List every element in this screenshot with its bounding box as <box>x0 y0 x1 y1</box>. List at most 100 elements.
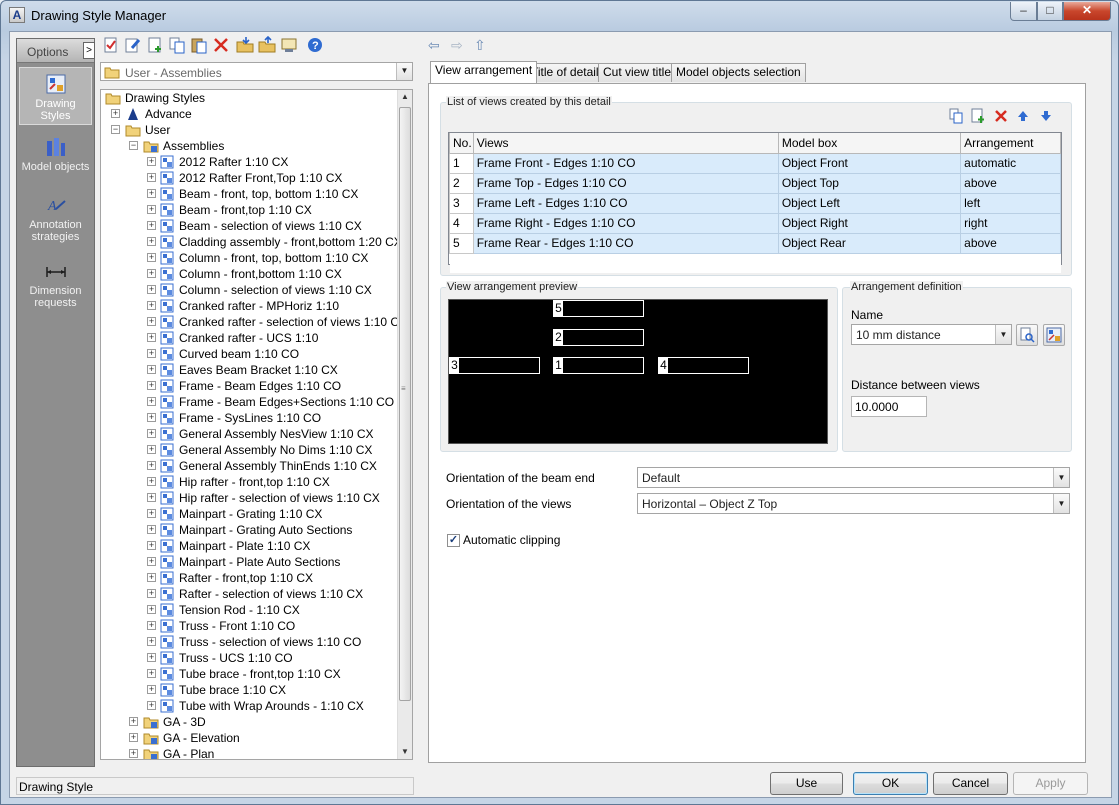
apply-button[interactable]: Apply <box>1013 772 1088 795</box>
expand-icon[interactable]: + <box>147 269 156 278</box>
arrangement-cell[interactable]: automatic <box>960 152 1061 174</box>
options-expand-button[interactable]: > <box>83 42 95 59</box>
option-dimension-requests[interactable]: Dimension requests <box>19 255 92 311</box>
expand-icon[interactable]: + <box>147 205 156 214</box>
tree-vertical-scrollbar[interactable]: ▲ ≡ ▼ <box>397 90 412 759</box>
column-header-model-box[interactable]: Model box <box>777 133 962 154</box>
views-table-row[interactable]: 5 Frame Rear - Edges 1:10 CO Object Rear ab… <box>449 232 1061 254</box>
expand-icon[interactable]: + <box>147 365 156 374</box>
expand-icon[interactable]: + <box>147 253 156 262</box>
view-name-cell[interactable]: Frame Right - Edges 1:10 CO <box>472 212 779 234</box>
view-no-cell[interactable]: 3 <box>449 192 474 214</box>
expand-icon[interactable]: + <box>147 493 156 502</box>
view-name-cell[interactable]: Frame Front - Edges 1:10 CO <box>472 152 779 174</box>
tab-title-of-detail[interactable]: Title of detail <box>526 63 604 82</box>
expand-icon[interactable]: + <box>147 589 156 598</box>
beam-end-orientation-arrow[interactable]: ▼ <box>1053 468 1069 487</box>
toolbar-export-button[interactable] <box>258 35 276 54</box>
expand-icon[interactable]: + <box>147 541 156 550</box>
view-name-cell[interactable]: Frame Rear - Edges 1:10 CO <box>472 232 779 254</box>
expand-icon[interactable]: + <box>147 685 156 694</box>
expand-icon[interactable]: + <box>147 653 156 662</box>
expand-icon[interactable]: + <box>147 349 156 358</box>
model-box-cell[interactable]: Object Rear <box>777 232 962 254</box>
column-header-arrangement[interactable]: Arrangement <box>960 133 1061 154</box>
views-move-down-button[interactable] <box>1037 107 1055 125</box>
tab-cut-view-title[interactable]: Cut view title <box>598 63 677 82</box>
maximize-button[interactable]: □ <box>1037 2 1063 21</box>
collapse-icon[interactable]: − <box>129 141 138 150</box>
minimize-button[interactable]: – <box>1010 2 1037 21</box>
expand-icon[interactable]: + <box>147 317 156 326</box>
tab-view-arrangement[interactable]: View arrangement <box>430 61 538 83</box>
expand-icon[interactable]: + <box>147 221 156 230</box>
views-table-row[interactable]: 4 Frame Right - Edges 1:10 CO Object Right… <box>449 212 1061 234</box>
expand-icon[interactable]: + <box>147 509 156 518</box>
views-copy-button[interactable] <box>947 107 965 125</box>
toolbar-check-button[interactable] <box>102 36 120 54</box>
views-table-row[interactable]: 1 Frame Front - Edges 1:10 CO Object Front… <box>449 152 1061 174</box>
arrangement-browse-button[interactable] <box>1016 324 1038 346</box>
toolbar-help-button[interactable]: ? <box>306 36 324 54</box>
views-orientation-arrow[interactable]: ▼ <box>1053 494 1069 513</box>
views-orientation-select[interactable]: Horizontal – Object Z Top ▼ <box>637 493 1070 514</box>
expand-icon[interactable]: + <box>147 525 156 534</box>
expand-icon[interactable]: + <box>129 717 138 726</box>
cancel-button[interactable]: Cancel <box>933 772 1008 795</box>
expand-icon[interactable]: + <box>147 573 156 582</box>
expand-icon[interactable]: + <box>147 701 156 710</box>
up-arrow-icon[interactable]: ⇧ <box>474 37 486 54</box>
expand-icon[interactable]: + <box>147 189 156 198</box>
expand-icon[interactable]: + <box>147 621 156 630</box>
expand-icon[interactable]: + <box>147 381 156 390</box>
toolbar-copy-button[interactable] <box>168 36 186 54</box>
arrangement-cell[interactable]: right <box>960 212 1061 234</box>
drawing-styles-tree[interactable]: Drawing Styles + Advance − User − Assemb… <box>100 89 413 760</box>
expand-icon[interactable]: + <box>147 445 156 454</box>
views-table-row[interactable]: 3 Frame Left - Edges 1:10 CO Object Left le… <box>449 192 1061 214</box>
expand-icon[interactable]: + <box>147 413 156 422</box>
expand-icon[interactable]: + <box>147 461 156 470</box>
arrangement-edit-button[interactable] <box>1043 324 1065 346</box>
close-button[interactable]: ✕ <box>1063 2 1111 21</box>
beam-end-orientation-select[interactable]: Default ▼ <box>637 467 1070 488</box>
toolbar-paste-button[interactable] <box>190 36 208 54</box>
arrangement-cell[interactable]: above <box>960 232 1061 254</box>
tab-model-objects-selection[interactable]: Model objects selection <box>671 63 806 82</box>
expand-icon[interactable]: + <box>147 157 156 166</box>
expand-icon[interactable]: + <box>147 637 156 646</box>
view-no-cell[interactable]: 1 <box>449 152 474 174</box>
back-arrow-icon[interactable]: ⇦ <box>428 37 440 54</box>
expand-icon[interactable]: + <box>129 733 138 742</box>
scroll-thumb[interactable] <box>399 107 411 701</box>
expand-icon[interactable]: + <box>111 109 120 118</box>
toolbar-new-button[interactable] <box>146 36 164 54</box>
view-no-cell[interactable]: 4 <box>449 212 474 234</box>
arrangement-name-combo[interactable]: 10 mm distance ▼ <box>851 324 1012 345</box>
location-combo-arrow[interactable]: ▼ <box>396 63 412 80</box>
view-no-cell[interactable]: 2 <box>449 172 474 194</box>
column-header-views[interactable]: Views <box>472 133 779 154</box>
arrangement-cell[interactable]: above <box>960 172 1061 194</box>
arrangement-cell[interactable]: left <box>960 192 1061 214</box>
expand-icon[interactable]: + <box>147 301 156 310</box>
model-box-cell[interactable]: Object Left <box>777 192 962 214</box>
option-annotation-strategies[interactable]: A Annotation strategies <box>19 189 92 251</box>
expand-icon[interactable]: + <box>147 285 156 294</box>
location-combo[interactable]: User - Assemblies ▼ <box>100 62 413 81</box>
column-header-no[interactable]: No. <box>449 133 474 154</box>
expand-icon[interactable]: + <box>129 749 138 758</box>
use-button[interactable]: Use <box>770 772 843 795</box>
expand-icon[interactable]: + <box>147 669 156 678</box>
views-delete-button[interactable] <box>992 107 1010 125</box>
toolbar-properties-button[interactable] <box>280 36 298 54</box>
automatic-clipping-checkbox[interactable]: ✓ <box>447 534 460 547</box>
ok-button[interactable]: OK <box>853 772 928 795</box>
option-drawing-styles[interactable]: Drawing Styles <box>19 67 92 125</box>
model-box-cell[interactable]: Object Right <box>777 212 962 234</box>
expand-icon[interactable]: + <box>147 605 156 614</box>
views-move-up-button[interactable] <box>1014 107 1032 125</box>
toolbar-import-button[interactable] <box>236 36 254 54</box>
expand-icon[interactable]: + <box>147 557 156 566</box>
scroll-up-arrow[interactable]: ▲ <box>401 92 409 101</box>
